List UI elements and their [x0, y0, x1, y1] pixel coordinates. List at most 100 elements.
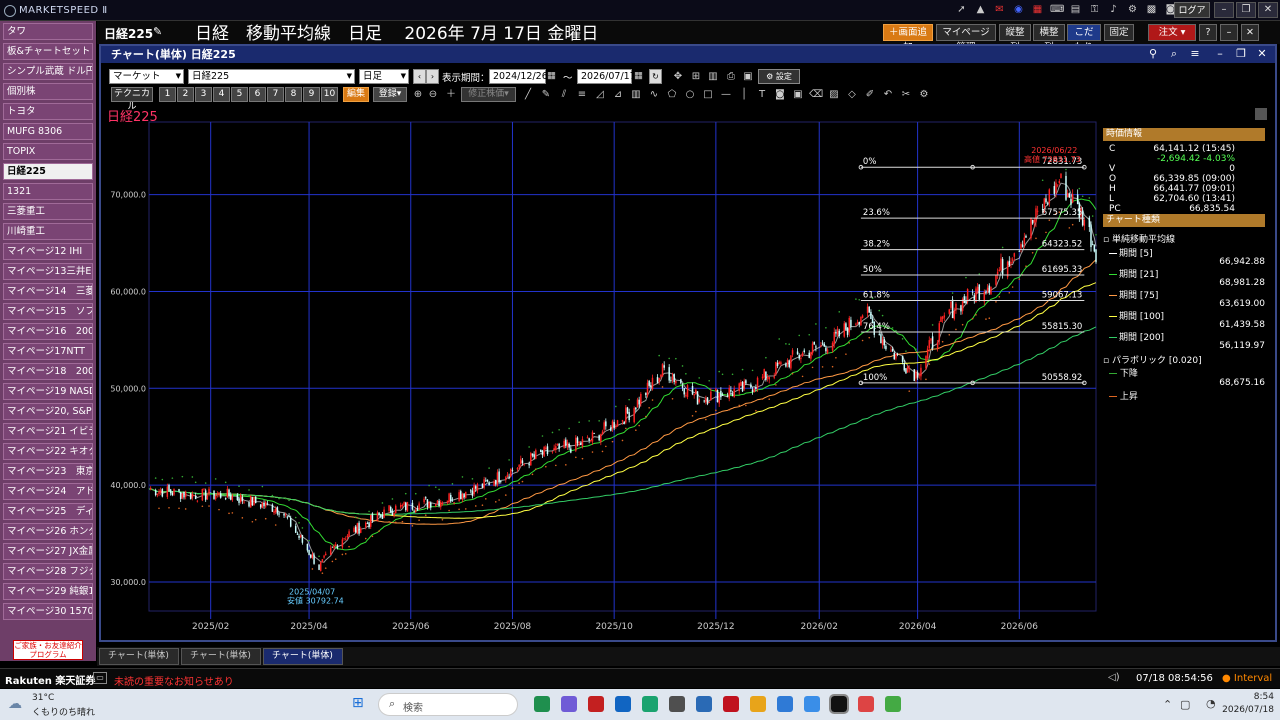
symbol-select[interactable]: 日経225 ▼ [188, 69, 355, 84]
mcafee-icon[interactable] [723, 696, 739, 712]
sidebar-item[interactable]: 三菱重工 [3, 203, 93, 220]
channel-icon[interactable]: ⫽ [557, 87, 571, 102]
sidebar-item[interactable]: マイページ28 フジクラ [3, 563, 93, 580]
chart-type-icon[interactable]: ▥ [706, 69, 720, 84]
zoom-icon[interactable]: ⊞ [689, 69, 703, 84]
mypage-manage-button[interactable]: マイページ管理 [936, 24, 996, 53]
sidebar-item[interactable]: 1321 [3, 183, 93, 200]
sound-icon[interactable]: ♪ [1107, 3, 1120, 16]
edge-icon[interactable] [642, 696, 658, 712]
windows-start-icon[interactable]: ⊞ [352, 695, 368, 711]
settings-icon[interactable]: ⚙ [1126, 3, 1139, 16]
pen-icon[interactable]: ✎ [539, 87, 553, 102]
crosshair-icon[interactable]: ✥ [671, 69, 685, 84]
sidebar-item[interactable]: タワ [3, 23, 93, 40]
image-icon[interactable]: ▨ [827, 87, 841, 102]
zoom-in-icon[interactable]: ⊕ [411, 87, 425, 102]
outlook-icon[interactable] [615, 696, 631, 712]
preset-button-2[interactable]: 2 [177, 87, 194, 102]
preset-button-1[interactable]: 1 [159, 87, 176, 102]
gear-icon[interactable]: ⚙ [917, 87, 931, 102]
globe-news-icon[interactable]: ◉ [1012, 3, 1025, 16]
promo-banner[interactable]: ご家族・お友達紹介プログラム [13, 640, 83, 660]
fix-button[interactable]: 固定 [1104, 24, 1134, 41]
order-button[interactable]: 注文 ▾ [1148, 24, 1196, 41]
bottom-tab-2[interactable]: チャート(単体) ... [181, 648, 261, 676]
widgets-icon[interactable] [534, 696, 550, 712]
sidebar-item[interactable]: マイページ19 NASDAQ [3, 383, 93, 400]
keyboard-icon[interactable]: ⌨ [1050, 3, 1064, 16]
sidebar-item[interactable]: マイページ25 ディスコ [3, 503, 93, 520]
panel-minimize-button[interactable]: – [1220, 24, 1238, 41]
preset-button-10[interactable]: 10 [321, 87, 338, 102]
sidebar-item[interactable]: マイページ24 アドバン [3, 483, 93, 500]
bottom-tab-1[interactable]: チャート(単体) ... [99, 648, 179, 676]
sidebar-item[interactable]: 日経225 [3, 163, 93, 180]
preset-button-8[interactable]: 8 [285, 87, 302, 102]
technical-button[interactable]: テクニカル [111, 87, 153, 112]
sidebar-item[interactable]: マイページ23 東京エレ [3, 463, 93, 480]
sidebar-item[interactable]: マイページ18 200A [3, 363, 93, 380]
close-window-button[interactable]: ✕ [1258, 2, 1278, 18]
search-icon[interactable]: ⌕ [1167, 47, 1181, 61]
fan-icon[interactable]: ◿ [593, 87, 607, 102]
sidebar-item[interactable]: マイページ30 1570 [3, 603, 93, 620]
sidebar-item[interactable]: マイページ21 イビデン [3, 423, 93, 440]
sidebar-item[interactable]: トヨタ [3, 103, 93, 120]
copilot-icon[interactable] [561, 696, 577, 712]
grid-icon[interactable]: ▩ [1145, 3, 1158, 16]
lock-icon[interactable]: ⚿ [1088, 3, 1101, 16]
plus-icon[interactable]: ＋ [444, 87, 458, 102]
gann-icon[interactable]: ⊿ [611, 87, 625, 102]
save-icon[interactable]: ▣ [741, 69, 755, 84]
mail-icon[interactable] [777, 696, 793, 712]
market-select[interactable]: マーケット ▼ [109, 69, 184, 84]
photos-icon[interactable] [804, 696, 820, 712]
edit-button[interactable]: 編集 [343, 87, 369, 102]
undo-icon[interactable]: ↶ [881, 87, 895, 102]
next-button[interactable]: › [426, 69, 439, 84]
wave-icon[interactable]: ∿ [647, 87, 661, 102]
dell-icon[interactable] [696, 696, 712, 712]
circle-icon[interactable]: ○ [683, 87, 697, 102]
sidebar-item[interactable]: 板&チャートセット [3, 43, 93, 60]
print-icon[interactable]: ⎙ [724, 69, 738, 84]
trendline-icon[interactable]: ╱ [521, 87, 535, 102]
register-button[interactable]: 登録▾ [373, 87, 407, 102]
calendar-to-icon[interactable]: ▦ [634, 70, 643, 81]
eraser-icon[interactable]: ◇ [845, 87, 859, 102]
chrome3-icon[interactable] [885, 696, 901, 712]
chrome-icon[interactable] [750, 696, 766, 712]
sidebar-item[interactable]: マイページ22 キオクシア [3, 443, 93, 460]
pin-icon[interactable]: ➚ [955, 3, 968, 16]
pencil-icon[interactable]: ✐ [863, 87, 877, 102]
zoom-out-icon[interactable]: ⊖ [426, 87, 440, 102]
tray-chevron-icon[interactable]: ⌃ [1163, 698, 1172, 711]
range-to-input[interactable]: 2026/07/17 [577, 69, 636, 84]
range-from-input[interactable]: 2024/12/26 [489, 69, 548, 84]
hline-icon[interactable]: — [719, 87, 733, 102]
volume-icon[interactable]: ◁) [1108, 672, 1120, 683]
sidebar-item[interactable]: マイページ13三井E&S [3, 263, 93, 280]
status-icon[interactable]: ▭ [93, 672, 107, 684]
sidebar-item[interactable]: TOPIX [3, 143, 93, 160]
sidebar-item[interactable]: マイページ12 IHI [3, 243, 93, 260]
restore-window-button[interactable]: ❐ [1236, 2, 1256, 18]
weather-icon[interactable]: ☁ [8, 696, 22, 712]
reload-button[interactable]: ↻ [649, 69, 662, 84]
bottom-tab-3[interactable]: チャート(単体) ... [263, 648, 343, 676]
sidebar-item[interactable]: マイページ14 三菱電 [3, 283, 93, 300]
preset-button-3[interactable]: 3 [195, 87, 212, 102]
sidebar-item[interactable]: マイページ17NTT [3, 343, 93, 360]
help-button[interactable]: ? [1199, 24, 1217, 41]
preset-button-6[interactable]: 6 [249, 87, 266, 102]
bars-icon[interactable]: ▥ [629, 87, 643, 102]
calendar-icon[interactable]: ▦ [1031, 3, 1044, 16]
preset-button-9[interactable]: 9 [303, 87, 320, 102]
add-screen-button[interactable]: ＋画面追加 [883, 24, 933, 53]
text-icon[interactable]: T [755, 87, 769, 102]
sidebar-item[interactable]: マイページ26 ホンダ [3, 523, 93, 540]
minimize-window-button[interactable]: – [1214, 2, 1234, 18]
sidebar-item[interactable]: シンプル武蔵 ドル円Bid [3, 63, 93, 80]
sidebar-item[interactable]: マイページ27 JX金属 [3, 543, 93, 560]
